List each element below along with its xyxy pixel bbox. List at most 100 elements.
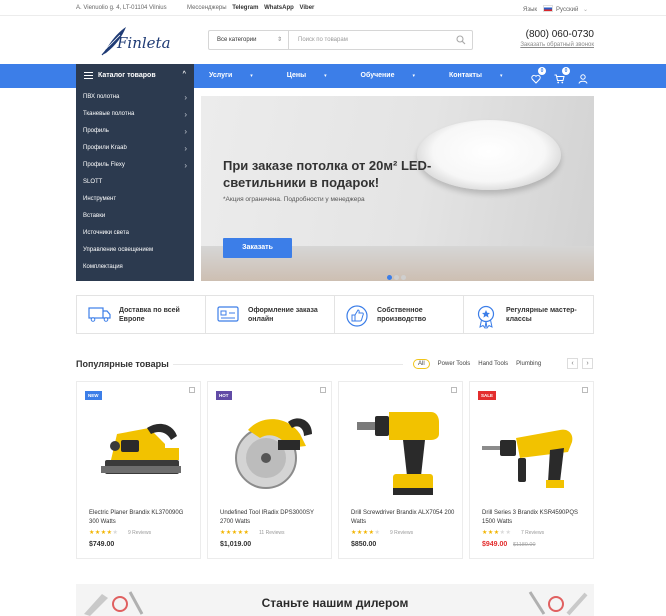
chevron-right-icon: › (184, 110, 187, 119)
top-bar: А. Vienuolio g. 4, LT-01104 Vilnius Месс… (0, 0, 666, 16)
old-price: $1189.00 (513, 542, 536, 548)
chevron-right-icon: › (184, 93, 187, 102)
chevron-right-icon: › (184, 161, 187, 170)
feature-label: Собственное производство (377, 307, 427, 323)
callback-link[interactable]: Заказать обратный звонок (480, 42, 594, 48)
nav-item-services[interactable]: Услуги ▾ (209, 72, 269, 79)
tab-all[interactable]: All (413, 359, 430, 369)
sidebar-item-light-sources[interactable]: Источники света (76, 225, 194, 242)
russia-flag-icon (543, 5, 554, 12)
nav-item-prices[interactable]: Цены ▾ (287, 72, 343, 79)
hero-title: При заказе потолка от 20м² LED-светильни… (223, 158, 432, 190)
phone-number[interactable]: (800) 060-0730 (500, 29, 594, 40)
quickview-icon[interactable] (451, 387, 457, 393)
viber-link[interactable]: Viber (299, 5, 314, 11)
sidebar-item-inserts[interactable]: Вставки (76, 208, 194, 225)
review-count: 11 Reviews (259, 530, 285, 536)
circular-saw-image (235, 418, 312, 489)
telegram-link[interactable]: Telegram (232, 5, 258, 11)
hero-order-button[interactable]: Заказать (223, 238, 292, 258)
language-selector[interactable]: Язык Русский ⌄ (523, 5, 588, 13)
menu-icon (84, 72, 93, 79)
feature-production: Собственное производство (335, 296, 464, 333)
review-count: 9 Reviews (390, 530, 414, 536)
review-count: 9 Reviews (128, 530, 152, 536)
product-filter-tabs: All Power Tools Hand Tools Plumbing (413, 359, 549, 369)
sidebar-item-pvc[interactable]: ПВХ полотна › (76, 89, 194, 106)
nav-item-training[interactable]: Обучение ▾ (361, 72, 431, 79)
search-icon[interactable] (456, 35, 466, 45)
quickview-icon[interactable] (320, 387, 326, 393)
product-name[interactable]: Drill Screwdriver Brandix ALX7054 200 Wa… (351, 509, 457, 527)
product-card[interactable]: Drill Screwdriver Brandix ALX7054 200 Wa… (338, 381, 463, 559)
tab-power-tools[interactable]: Power Tools (438, 361, 471, 367)
tools-decoration-image (528, 591, 588, 616)
logo[interactable]: Finleta (100, 25, 172, 59)
hero-subtitle: *Акция ограничена. Подробности у менедже… (223, 196, 365, 203)
messengers: Мессенджеры Telegram WhatsApp Viber (187, 5, 314, 11)
sidebar-item-flexy[interactable]: Профиль Flexy › (76, 157, 194, 174)
slider-dot[interactable] (401, 275, 406, 280)
feature-label: Регулярные мастер-классы (506, 307, 577, 323)
chevron-right-icon: › (184, 127, 187, 136)
sidebar-item-kits[interactable]: Комплектация (76, 259, 194, 276)
dealer-banner: Станьте нашим дилером (76, 584, 594, 616)
search-input[interactable]: Поиск по товарам (298, 37, 348, 43)
divider (173, 364, 403, 365)
sidebar-item-tools[interactable]: Инструмент (76, 191, 194, 208)
language-value: Русский (556, 7, 579, 13)
slider-dot[interactable] (394, 275, 399, 280)
product-price: $850.00 (351, 541, 377, 548)
rating-stars: ★★★★★ (482, 530, 512, 536)
whatsapp-link[interactable]: WhatsApp (264, 5, 294, 11)
sidebar-item-slott[interactable]: SLOTT (76, 174, 194, 191)
product-name[interactable]: Electric Planer Brandix KL370090G 300 Wa… (89, 509, 195, 527)
product-card[interactable]: SALE Drill Series 3 Brandix KSR4590PQS 1… (469, 381, 594, 559)
chevron-right-icon: › (184, 144, 187, 153)
account-button[interactable] (578, 71, 588, 84)
product-card[interactable]: NEW Electric Planer Brandix KL370090G 30… (76, 381, 201, 559)
slider-dot[interactable] (387, 275, 392, 280)
product-price: $1,019.00 (220, 541, 252, 548)
sale-badge: SALE (478, 391, 497, 400)
tab-hand-tools[interactable]: Hand Tools (478, 361, 508, 367)
carousel-prev-button[interactable]: ‹ (567, 358, 578, 369)
product-name[interactable]: Drill Series 3 Brandix KSR4590PQS 1500 W… (482, 509, 588, 527)
hot-badge: HOT (216, 391, 232, 400)
quickview-icon[interactable] (189, 387, 195, 393)
award-icon (477, 305, 495, 329)
drill-screwdriver-image (357, 412, 439, 495)
updown-chevron-icon: ⇕ (276, 37, 282, 43)
wishlist-button[interactable]: 0 (531, 67, 546, 84)
sidebar-item-light-control[interactable]: Управление освещением (76, 242, 194, 259)
cart-button[interactable]: 0 (554, 67, 570, 84)
heart-icon (531, 74, 541, 84)
quickview-icon[interactable] (582, 387, 588, 393)
feature-masterclass: Регулярные мастер-классы (464, 296, 593, 333)
sidebar-item-fabric[interactable]: Тканевые полотна › (76, 106, 194, 123)
search-category-select[interactable]: Все категории ⇕ (209, 31, 289, 49)
thumbs-up-icon (346, 305, 368, 327)
ceiling-lamp-image (417, 120, 561, 190)
feature-delivery: Доставка по всей Европе (77, 296, 206, 333)
carousel-next-button[interactable]: › (582, 358, 593, 369)
section-title: Популярные товары (76, 359, 169, 369)
product-name[interactable]: Undefined Tool IRadix DPS3000SY 2700 Wat… (220, 509, 326, 527)
review-count: 7 Reviews (521, 530, 545, 536)
cart-icon (554, 74, 565, 84)
wishlist-count: 0 (538, 67, 546, 75)
cart-count: 0 (562, 67, 570, 75)
catalog-button[interactable]: Каталог товаров ^ (76, 64, 194, 88)
user-icon (578, 74, 588, 84)
truck-icon (88, 307, 111, 322)
sidebar-item-kraab[interactable]: Профили Kraab › (76, 140, 194, 157)
rating-stars: ★★★★★ (351, 530, 381, 536)
nav-item-contacts[interactable]: Контакты ▾ (449, 72, 519, 79)
chevron-up-icon: ^ (182, 71, 186, 77)
tab-plumbing[interactable]: Plumbing (516, 361, 541, 367)
product-price: $749.00 (89, 541, 115, 548)
sidebar-item-profile[interactable]: Профиль › (76, 123, 194, 140)
slider-dots (387, 267, 408, 281)
rating-stars: ★★★★★ (89, 530, 119, 536)
product-card[interactable]: HOT Undefined Tool IRadix DPS3000SY 2700… (207, 381, 332, 559)
